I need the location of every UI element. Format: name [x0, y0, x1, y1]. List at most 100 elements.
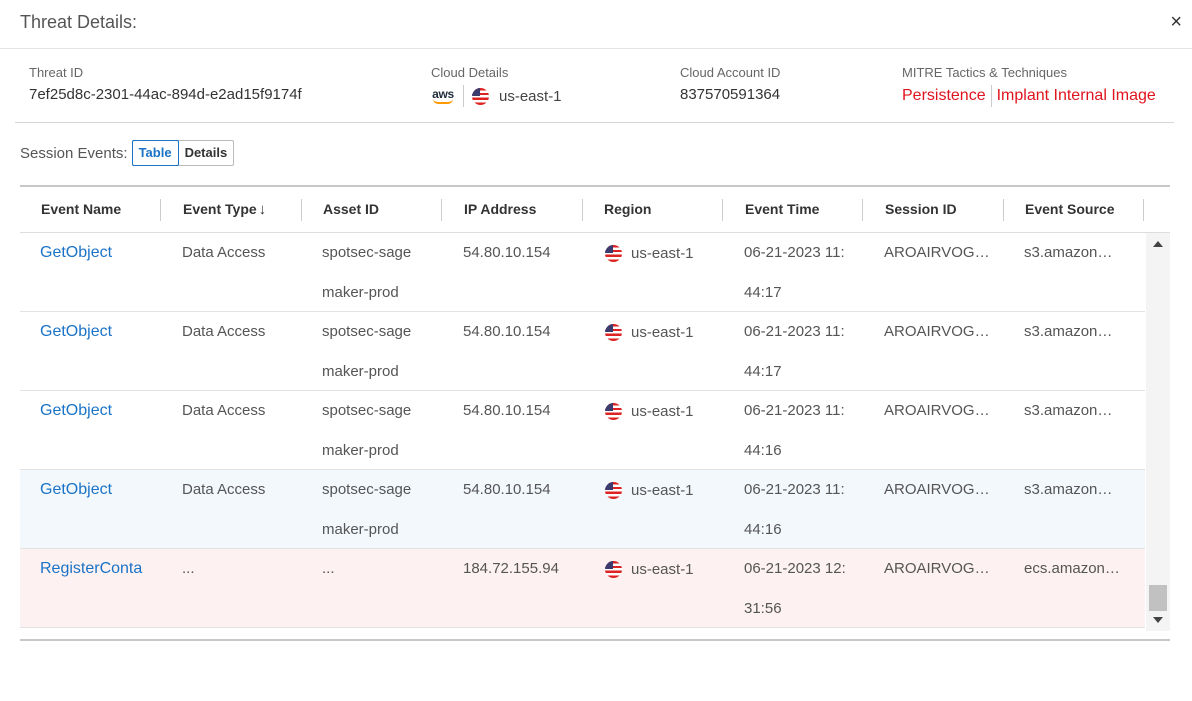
session-id-cell: AROAIRVOG…: [884, 470, 990, 510]
tab-table[interactable]: Table: [131, 140, 179, 166]
tab-details[interactable]: Details: [179, 141, 234, 165]
event-time-line1: 06-21-2023 11:: [744, 481, 845, 498]
scroll-thumb[interactable]: [1149, 585, 1167, 611]
mitre-technique-link[interactable]: Implant Internal Image: [997, 87, 1156, 105]
table-row[interactable]: GetObject Data Access spotsec-sage maker-pr…: [20, 233, 1145, 312]
region: us-east-1: [631, 402, 694, 420]
event-time-cell: 06-21-2023 11: 44:16: [744, 470, 845, 550]
close-icon[interactable]: ×: [1170, 12, 1182, 32]
dialog-header: Threat Details: ×: [0, 0, 1192, 49]
event-name-link[interactable]: GetObject: [40, 391, 112, 431]
event-source: s3.amazon…: [1024, 481, 1113, 498]
col-region[interactable]: Region: [604, 201, 651, 217]
asset-id-line2: [322, 589, 335, 629]
event-type-cell: Data Access: [182, 391, 265, 431]
event-type-cell: Data Access: [182, 470, 265, 510]
region-cell: us-east-1: [605, 470, 694, 510]
scroll-up-icon[interactable]: [1153, 241, 1163, 247]
us-flag-icon: [472, 87, 489, 105]
cloud-details-block: Cloud Details aws us-east-1: [431, 65, 562, 107]
col-event-time[interactable]: Event Time: [745, 201, 819, 217]
asset-id-cell: spotsec-sage maker-prod: [322, 391, 411, 471]
asset-id-line1: spotsec-sage: [322, 481, 412, 498]
asset-id-cell: spotsec-sage maker-prod: [322, 233, 411, 313]
event-type-cell: Data Access: [182, 233, 265, 273]
scroll-down-icon[interactable]: [1153, 617, 1163, 623]
col-event-source[interactable]: Event Source: [1025, 201, 1114, 217]
asset-id-cell: spotsec-sage maker-prod: [322, 312, 411, 392]
threat-id-block: Threat ID 7ef25d8c-2301-44ac-894d-e2ad15…: [29, 65, 302, 103]
event-time-line1: 06-21-2023 12:: [744, 560, 846, 577]
event-source: s3.amazon…: [1024, 244, 1113, 261]
account-id-value: 837570591364: [680, 86, 781, 103]
event-time-cell: 06-21-2023 11: 44:17: [744, 312, 845, 392]
event-name-link[interactable]: RegisterConta: [40, 549, 142, 589]
session-id-cell: AROAIRVOG…: [884, 391, 990, 431]
ip-address-cell: 54.80.10.154: [463, 233, 551, 273]
col-event-type[interactable]: Event Type ↓: [183, 201, 266, 218]
session-id-cell: AROAIRVOG…: [884, 549, 990, 589]
account-id-block: Cloud Account ID 837570591364: [680, 65, 780, 103]
us-flag-icon: [605, 481, 622, 499]
us-flag-icon: [605, 402, 622, 420]
table-row[interactable]: RegisterConta...... 184.72.155.94 us-east-…: [20, 549, 1145, 628]
session-id: AROAIRVOG…: [884, 323, 990, 340]
session-id-cell: AROAIRVOG…: [884, 233, 990, 273]
event-source-cell: s3.amazon…: [1024, 391, 1112, 431]
col-session-id[interactable]: Session ID: [885, 201, 957, 217]
asset-id-line2: maker-prod: [322, 521, 399, 538]
region-cell: us-east-1: [605, 233, 694, 273]
event-type: Data Access: [182, 402, 266, 419]
event-type-cell: Data Access: [182, 312, 265, 352]
aws-logo-text: aws: [432, 86, 454, 101]
ip-address: 54.80.10.154: [463, 481, 551, 498]
event-name-link[interactable]: GetObject: [40, 233, 112, 273]
event-source-cell: s3.amazon…: [1024, 312, 1112, 352]
asset-id-line1: spotsec-sage: [322, 323, 412, 340]
event-type: Data Access: [182, 323, 266, 340]
col-event-name[interactable]: Event Name: [41, 201, 121, 217]
session-id: AROAIRVOG…: [884, 402, 990, 419]
asset-id-cell: ...: [322, 549, 335, 629]
ip-address: 54.80.10.154: [463, 244, 551, 261]
event-name-link[interactable]: GetObject: [40, 470, 112, 510]
event-time-cell: 06-21-2023 11: 44:16: [744, 391, 845, 471]
event-source: s3.amazon…: [1024, 402, 1113, 419]
event-source: ecs.amazon…: [1024, 560, 1120, 577]
region-cell: us-east-1: [605, 549, 694, 589]
cloud-details-label: Cloud Details: [431, 65, 509, 80]
event-time-line1: 06-21-2023 11:: [744, 244, 845, 261]
event-type: Data Access: [182, 244, 266, 261]
col-event-type-label: Event Type: [183, 201, 257, 217]
ip-address: 54.80.10.154: [463, 323, 551, 340]
asset-id-line1: spotsec-sage: [322, 244, 412, 261]
ip-address-cell: 54.80.10.154: [463, 470, 551, 510]
table-row[interactable]: GetObject Data Access spotsec-sage maker-pr…: [20, 391, 1145, 470]
event-time-line1: 06-21-2023 11:: [744, 323, 845, 340]
event-time-line1: 06-21-2023 11:: [744, 402, 845, 419]
table-header: Event Name Event Type ↓ Asset ID IP Addre…: [20, 187, 1170, 233]
session-id: AROAIRVOG…: [884, 481, 990, 498]
event-type: Data Access: [182, 481, 266, 498]
event-time-line2: 44:16: [744, 442, 782, 459]
col-asset-id[interactable]: Asset ID: [323, 201, 379, 217]
event-time-cell: 06-21-2023 11: 44:17: [744, 233, 845, 313]
asset-id-line1: ...: [322, 560, 335, 577]
session-id-cell: AROAIRVOG…: [884, 312, 990, 352]
event-source-cell: ecs.amazon…: [1024, 549, 1120, 589]
table-row[interactable]: GetObject Data Access spotsec-sage maker-pr…: [20, 312, 1145, 391]
threat-info: Threat ID 7ef25d8c-2301-44ac-894d-e2ad15…: [15, 49, 1174, 123]
region: us-east-1: [631, 244, 694, 262]
event-name-link[interactable]: GetObject: [40, 312, 112, 352]
sort-arrow-icon[interactable]: ↓: [259, 201, 267, 218]
mitre-tactic-link[interactable]: Persistence: [902, 87, 986, 105]
account-id-label: Cloud Account ID: [680, 65, 781, 80]
asset-id-line1: spotsec-sage: [322, 402, 412, 419]
mitre-block: MITRE Tactics & Techniques Persistence I…: [902, 65, 1156, 107]
ip-address-cell: 54.80.10.154: [463, 391, 551, 431]
col-ip-address[interactable]: IP Address: [464, 201, 536, 217]
table-row[interactable]: GetObject Data Access spotsec-sage maker-pr…: [20, 470, 1145, 549]
vertical-scrollbar[interactable]: [1146, 233, 1170, 631]
session-id: AROAIRVOG…: [884, 560, 990, 577]
event-time-line2: 31:56: [744, 600, 782, 617]
